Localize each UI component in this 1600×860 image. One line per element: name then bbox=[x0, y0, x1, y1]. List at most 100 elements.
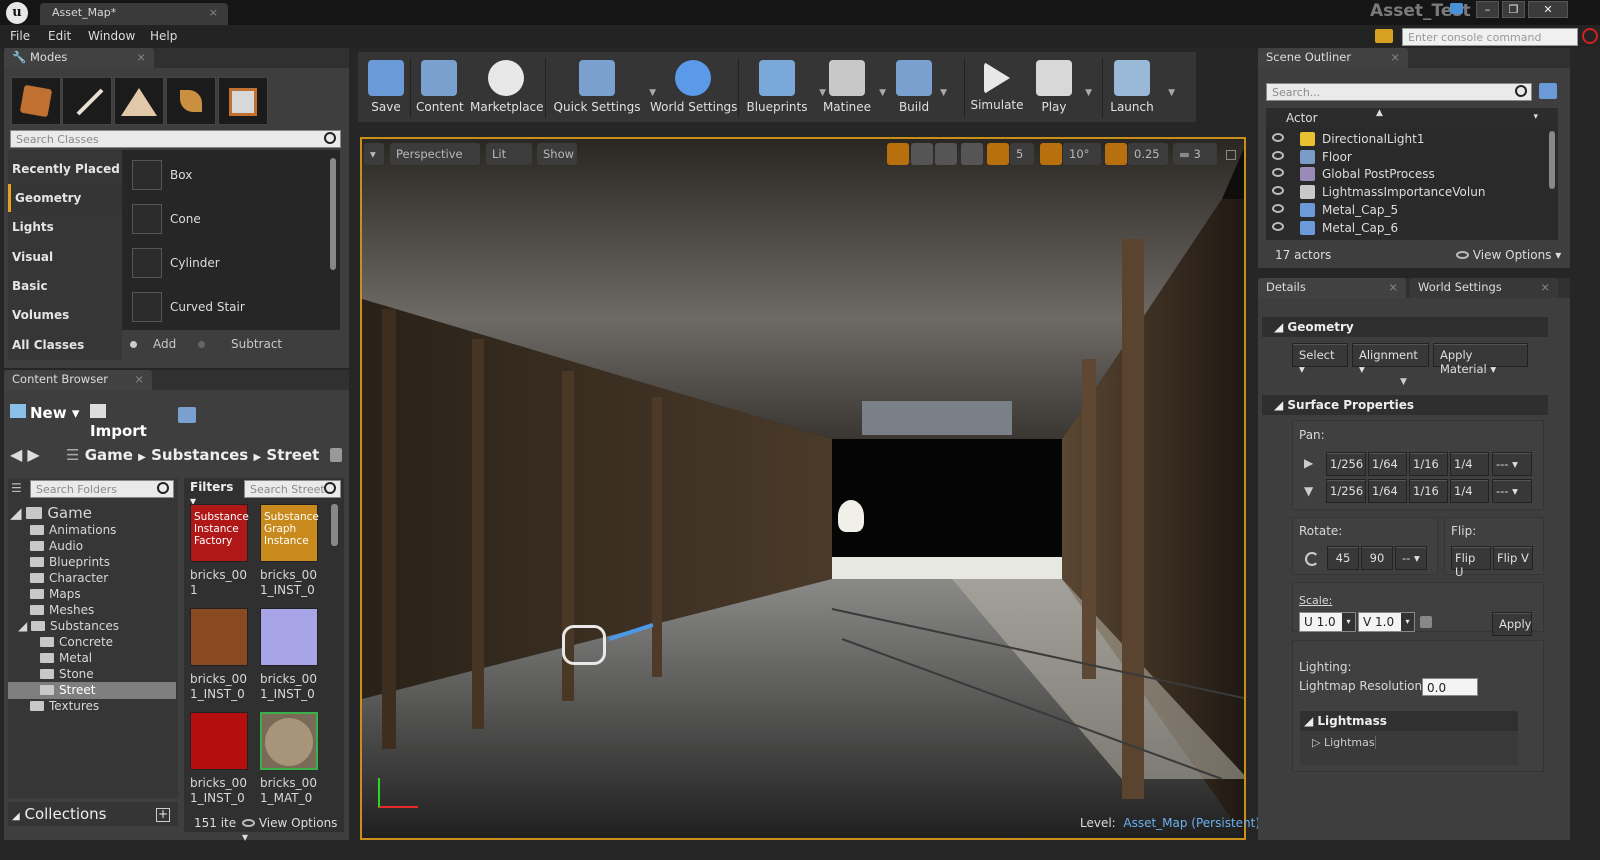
camera-speed[interactable]: ▬ 3 bbox=[1173, 143, 1217, 165]
subtract-radio[interactable]: Subtract bbox=[198, 337, 308, 353]
console-input[interactable]: Enter console command bbox=[1402, 28, 1578, 46]
pan-custom-dropdown[interactable]: --- ▾ bbox=[1492, 479, 1532, 503]
scale-tool-icon[interactable] bbox=[935, 143, 957, 165]
visibility-eye-icon[interactable] bbox=[1272, 168, 1284, 178]
folder-list-icon[interactable]: ☰ bbox=[11, 482, 25, 495]
category-all-classes[interactable]: All Classes bbox=[8, 331, 122, 359]
scale-u-field[interactable]: U 1.0 ▾ bbox=[1299, 612, 1356, 632]
tree-blueprints[interactable]: Blueprints bbox=[30, 555, 110, 569]
level-viewport[interactable] bbox=[360, 137, 1246, 840]
chevron-down-icon[interactable]: ▼ bbox=[940, 88, 947, 98]
search-assets-input[interactable]: Search Street bbox=[244, 480, 341, 498]
content-browser-tab[interactable]: Content Browser × bbox=[4, 370, 152, 390]
marketplace-button[interactable]: Marketplace bbox=[470, 58, 544, 120]
modes-tab[interactable]: 🔧 Modes × bbox=[4, 48, 154, 68]
details-tab[interactable]: Details × bbox=[1258, 278, 1406, 298]
menu-window[interactable]: Window bbox=[88, 29, 135, 43]
asset-tile[interactable]: Substance Graph Instance bricks_00 1_INST_… bbox=[260, 504, 330, 604]
tree-maps[interactable]: Maps bbox=[30, 587, 81, 601]
geometry-item-cone[interactable]: Cone bbox=[128, 200, 333, 240]
geometry-list-scrollbar[interactable] bbox=[330, 158, 336, 270]
pan-u-button[interactable]: 1/64 bbox=[1368, 452, 1407, 476]
category-visual[interactable]: Visual bbox=[8, 243, 122, 271]
blueprints-button[interactable]: Blueprints ▼ bbox=[742, 58, 826, 120]
source-control-icon[interactable] bbox=[1375, 29, 1393, 43]
pan-v-button[interactable]: 1/256 bbox=[1326, 479, 1366, 503]
breadcrumb-substances[interactable]: Substances bbox=[151, 446, 248, 464]
search-folders-input[interactable]: Search Folders bbox=[30, 480, 174, 498]
category-basic[interactable]: Basic bbox=[8, 272, 122, 300]
maximize-button[interactable]: ❐ bbox=[1502, 1, 1525, 18]
rotate-custom-dropdown[interactable]: -- ▾ bbox=[1395, 546, 1427, 570]
tree-stone[interactable]: Stone bbox=[40, 667, 94, 681]
scale-v-field[interactable]: V 1.0 ▾ bbox=[1358, 612, 1415, 632]
viewport-options-button[interactable]: ▾ bbox=[364, 143, 384, 165]
player-start-icon[interactable] bbox=[562, 625, 606, 665]
chevron-down-icon[interactable]: ▼ bbox=[1168, 88, 1175, 98]
alignment-dropdown[interactable]: Alignment ▾ bbox=[1352, 343, 1429, 376]
outliner-row[interactable]: Metal_Cap_5 bbox=[1268, 202, 1548, 220]
outliner-row[interactable]: Floor bbox=[1268, 149, 1548, 167]
flip-v-button[interactable]: Flip V bbox=[1493, 546, 1533, 570]
history-nav[interactable]: ◀ ▶ bbox=[10, 445, 50, 465]
content-view-options[interactable]: View Options ▾ bbox=[242, 816, 347, 844]
pan-u-button[interactable]: 1/256 bbox=[1326, 452, 1366, 476]
close-icon[interactable]: × bbox=[209, 6, 218, 19]
visibility-eye-icon[interactable] bbox=[1272, 150, 1284, 160]
category-recently-placed[interactable]: Recently Placed bbox=[8, 155, 122, 183]
rotation-snap-value[interactable]: 10° bbox=[1063, 143, 1101, 165]
outliner-scrollbar[interactable] bbox=[1549, 131, 1555, 189]
lit-button[interactable]: Lit bbox=[486, 143, 532, 165]
visibility-eye-icon[interactable] bbox=[1272, 133, 1284, 142]
launch-button[interactable]: Launch ▼ bbox=[1103, 58, 1175, 120]
content-button[interactable]: Content bbox=[416, 58, 464, 120]
maximize-viewport-icon[interactable] bbox=[1226, 150, 1236, 160]
scene-outliner-tab[interactable]: Scene Outliner × bbox=[1258, 48, 1408, 68]
rotate-45-button[interactable]: 45 bbox=[1327, 546, 1359, 570]
paint-mode-button[interactable] bbox=[62, 77, 112, 125]
build-button[interactable]: Build ▼ bbox=[895, 58, 947, 120]
feedback-icon[interactable] bbox=[1450, 3, 1463, 14]
pan-u-button[interactable]: 1/16 bbox=[1409, 452, 1448, 476]
apply-scale-button[interactable]: Apply bbox=[1492, 612, 1532, 636]
close-icon[interactable]: × bbox=[134, 372, 144, 386]
tree-substances[interactable]: ◢ Substances bbox=[18, 619, 119, 633]
asset-tile[interactable]: Substance Instance Factory bricks_00 1 bbox=[190, 504, 260, 604]
search-classes-input[interactable]: Search Classes bbox=[10, 130, 341, 148]
landscape-mode-button[interactable] bbox=[114, 77, 164, 125]
tree-audio[interactable]: Audio bbox=[30, 539, 83, 553]
breadcrumb-game[interactable]: Game bbox=[85, 446, 133, 464]
menu-edit[interactable]: Edit bbox=[48, 29, 71, 43]
close-window-button[interactable]: ✕ bbox=[1528, 1, 1568, 18]
tree-game[interactable]: ◢ Game bbox=[10, 504, 92, 522]
translate-tool-icon[interactable] bbox=[887, 143, 909, 165]
asset-tile[interactable]: bricks_00 1_INST_0 bbox=[260, 608, 330, 708]
breadcrumb-street[interactable]: Street bbox=[266, 446, 319, 464]
tree-concrete[interactable]: Concrete bbox=[40, 635, 113, 649]
pan-v-button[interactable]: 1/16 bbox=[1409, 479, 1448, 503]
outliner-row[interactable]: DirectionalLight1 bbox=[1268, 131, 1548, 149]
close-icon[interactable]: × bbox=[136, 50, 146, 64]
tree-street[interactable]: Street bbox=[40, 683, 95, 697]
tree-character[interactable]: Character bbox=[30, 571, 108, 585]
pan-v-button[interactable]: 1/4 bbox=[1450, 479, 1489, 503]
scale-lock-icon[interactable] bbox=[1420, 616, 1432, 628]
asset-tile[interactable]: bricks_00 1_MAT_0 bbox=[260, 712, 330, 812]
add-collection-icon[interactable]: + bbox=[156, 808, 170, 822]
menu-file[interactable]: File bbox=[10, 29, 30, 43]
foliage-mode-button[interactable] bbox=[166, 77, 216, 125]
document-tab[interactable]: Asset_Map* × bbox=[40, 3, 228, 25]
tree-meshes[interactable]: Meshes bbox=[30, 603, 94, 617]
category-volumes[interactable]: Volumes bbox=[8, 301, 122, 329]
geometry-item-curved-stair[interactable]: Curved Stair bbox=[128, 288, 333, 328]
tree-textures[interactable]: Textures bbox=[30, 699, 99, 713]
tree-animations[interactable]: Animations bbox=[30, 523, 116, 537]
tree-metal[interactable]: Metal bbox=[40, 651, 92, 665]
minimize-button[interactable]: – bbox=[1476, 1, 1499, 18]
close-icon[interactable]: × bbox=[1390, 50, 1400, 64]
chevron-down-icon[interactable]: ▼ bbox=[879, 88, 886, 98]
category-geometry[interactable]: Geometry bbox=[8, 184, 122, 212]
show-button[interactable]: Show bbox=[537, 143, 577, 165]
outliner-row[interactable]: Metal_Cap_6 bbox=[1268, 220, 1548, 238]
pan-v-button[interactable]: 1/64 bbox=[1368, 479, 1407, 503]
